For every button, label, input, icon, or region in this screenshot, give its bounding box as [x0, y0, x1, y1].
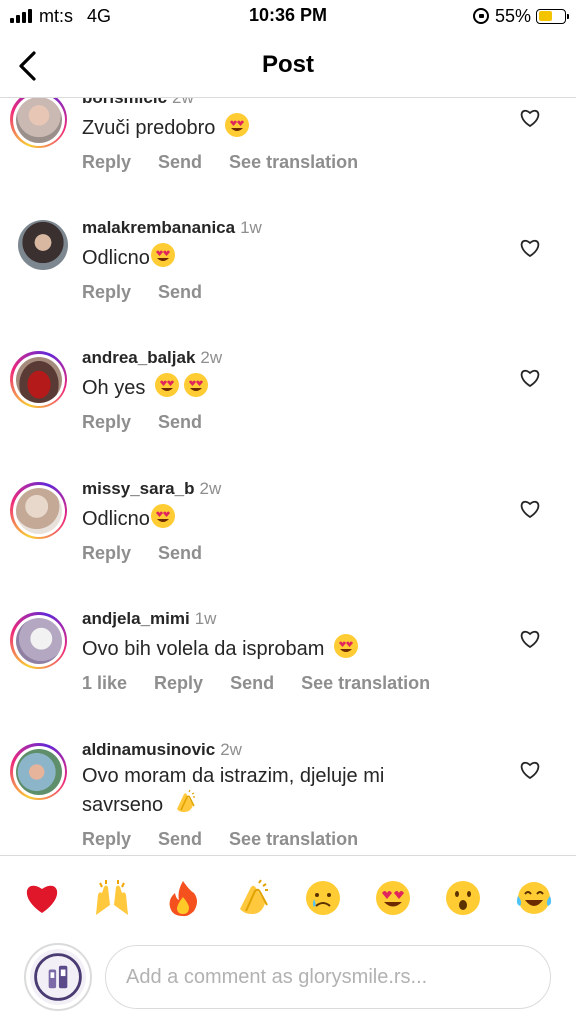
red-heart-icon: [26, 885, 58, 913]
avatar[interactable]: [10, 743, 67, 800]
comment-time: 2w: [172, 98, 194, 107]
like-button[interactable]: [518, 366, 542, 390]
comment-composer: [0, 939, 576, 1024]
heart-eyes-emoji-icon: [183, 373, 208, 397]
brand-logo-icon: [34, 953, 82, 1001]
comment-text: Ovo bih volela da isprobam: [82, 638, 325, 660]
clapping-hands-icon: [240, 879, 268, 914]
rotation-lock-icon: [472, 8, 489, 24]
comment-time: 1w: [240, 218, 262, 237]
current-user-avatar: [24, 943, 92, 1011]
comment-list[interactable]: borismicic 2w Zvuči predobro Reply Send See…: [0, 98, 576, 855]
heart-outline-icon: [520, 630, 540, 648]
comment-username[interactable]: aldinamusinovic: [82, 740, 215, 759]
comment-username[interactable]: malakrembananica: [82, 218, 235, 237]
send-button[interactable]: Send: [158, 282, 202, 303]
comment-text-line-2: savrseno: [82, 794, 164, 816]
comment-username[interactable]: andrea_baljak: [82, 348, 195, 367]
tears-of-joy-icon: [516, 882, 552, 914]
comment-input[interactable]: [105, 945, 551, 1009]
like-button[interactable]: [518, 236, 542, 260]
reply-button[interactable]: Reply: [82, 829, 131, 850]
like-button[interactable]: [518, 106, 542, 130]
see-translation-button[interactable]: See translation: [229, 152, 358, 173]
heart-outline-icon: [520, 109, 540, 127]
surprised-face-icon: [446, 881, 480, 915]
reply-button[interactable]: Reply: [82, 412, 131, 433]
send-button[interactable]: Send: [230, 673, 274, 694]
reply-button[interactable]: Reply: [82, 152, 131, 173]
clapping-hands-emoji-icon: [176, 789, 195, 812]
heart-eyes-icon: [376, 881, 410, 915]
likes-count-button[interactable]: 1 like: [82, 673, 127, 694]
comment-time: 2w: [200, 348, 223, 367]
avatar[interactable]: [10, 98, 67, 148]
reply-button[interactable]: Reply: [82, 543, 131, 564]
send-button[interactable]: Send: [158, 543, 202, 564]
heart-eyes-emoji-icon: [333, 634, 358, 658]
heart-eyes-emoji-button[interactable]: [373, 878, 413, 918]
heart-outline-icon: [520, 369, 540, 387]
heart-eyes-emoji-icon: [150, 504, 175, 528]
like-button[interactable]: [518, 497, 542, 521]
heart-eyes-emoji-icon: [154, 373, 179, 397]
avatar[interactable]: [10, 351, 67, 408]
see-translation-button[interactable]: See translation: [301, 673, 430, 694]
send-button[interactable]: Send: [158, 152, 202, 173]
comment-time: 2w: [220, 740, 242, 759]
comment-text: Zvuči predobro: [82, 117, 216, 139]
send-button[interactable]: Send: [158, 412, 202, 433]
clapping-hands-emoji-button[interactable]: [233, 878, 273, 918]
heart-eyes-emoji-icon: [224, 113, 249, 137]
header: Post: [0, 34, 576, 98]
surprised-face-emoji-button[interactable]: [443, 878, 483, 918]
emoji-reaction-bar: [0, 855, 576, 939]
avatar[interactable]: [10, 612, 67, 669]
battery-icon: [536, 8, 569, 24]
comment-text: Oh yes: [82, 377, 146, 399]
comment-text-line-1: Ovo moram da istrazim, djeluje mi: [82, 765, 385, 787]
like-button[interactable]: [518, 758, 542, 782]
comment-username[interactable]: andjela_mimi: [82, 609, 190, 628]
fire-icon: [169, 881, 197, 917]
avatar[interactable]: [10, 482, 67, 539]
comment-username[interactable]: missy_sara_b: [82, 479, 194, 498]
raising-hands-emoji-button[interactable]: [92, 878, 132, 918]
heart-outline-icon: [520, 500, 540, 518]
heart-outline-icon: [520, 239, 540, 257]
red-heart-emoji-button[interactable]: [22, 878, 62, 918]
like-button[interactable]: [518, 627, 542, 651]
comment-time: 2w: [199, 479, 222, 498]
reply-button[interactable]: Reply: [154, 673, 203, 694]
comment-text: Odlicno: [82, 247, 150, 269]
heart-eyes-emoji-icon: [150, 243, 175, 267]
crying-face-emoji-button[interactable]: [303, 878, 343, 918]
heart-outline-icon: [520, 761, 540, 779]
comment-username[interactable]: borismicic: [82, 98, 167, 107]
see-translation-button[interactable]: See translation: [229, 829, 358, 850]
battery-percentage: 55%: [494, 5, 531, 26]
tears-of-joy-emoji-button[interactable]: [514, 878, 554, 918]
send-button[interactable]: Send: [158, 829, 202, 850]
status-bar: mt:s 4G 10:36 PM 55%: [0, 0, 576, 34]
comment-time: 1w: [194, 609, 217, 628]
raising-hands-icon: [96, 880, 128, 915]
crying-face-icon: [306, 881, 340, 915]
page-title: Post: [261, 51, 314, 78]
comment-text: Odlicno: [82, 508, 150, 530]
reply-button[interactable]: Reply: [82, 282, 131, 303]
fire-emoji-button[interactable]: [163, 878, 203, 918]
avatar[interactable]: [18, 220, 68, 270]
